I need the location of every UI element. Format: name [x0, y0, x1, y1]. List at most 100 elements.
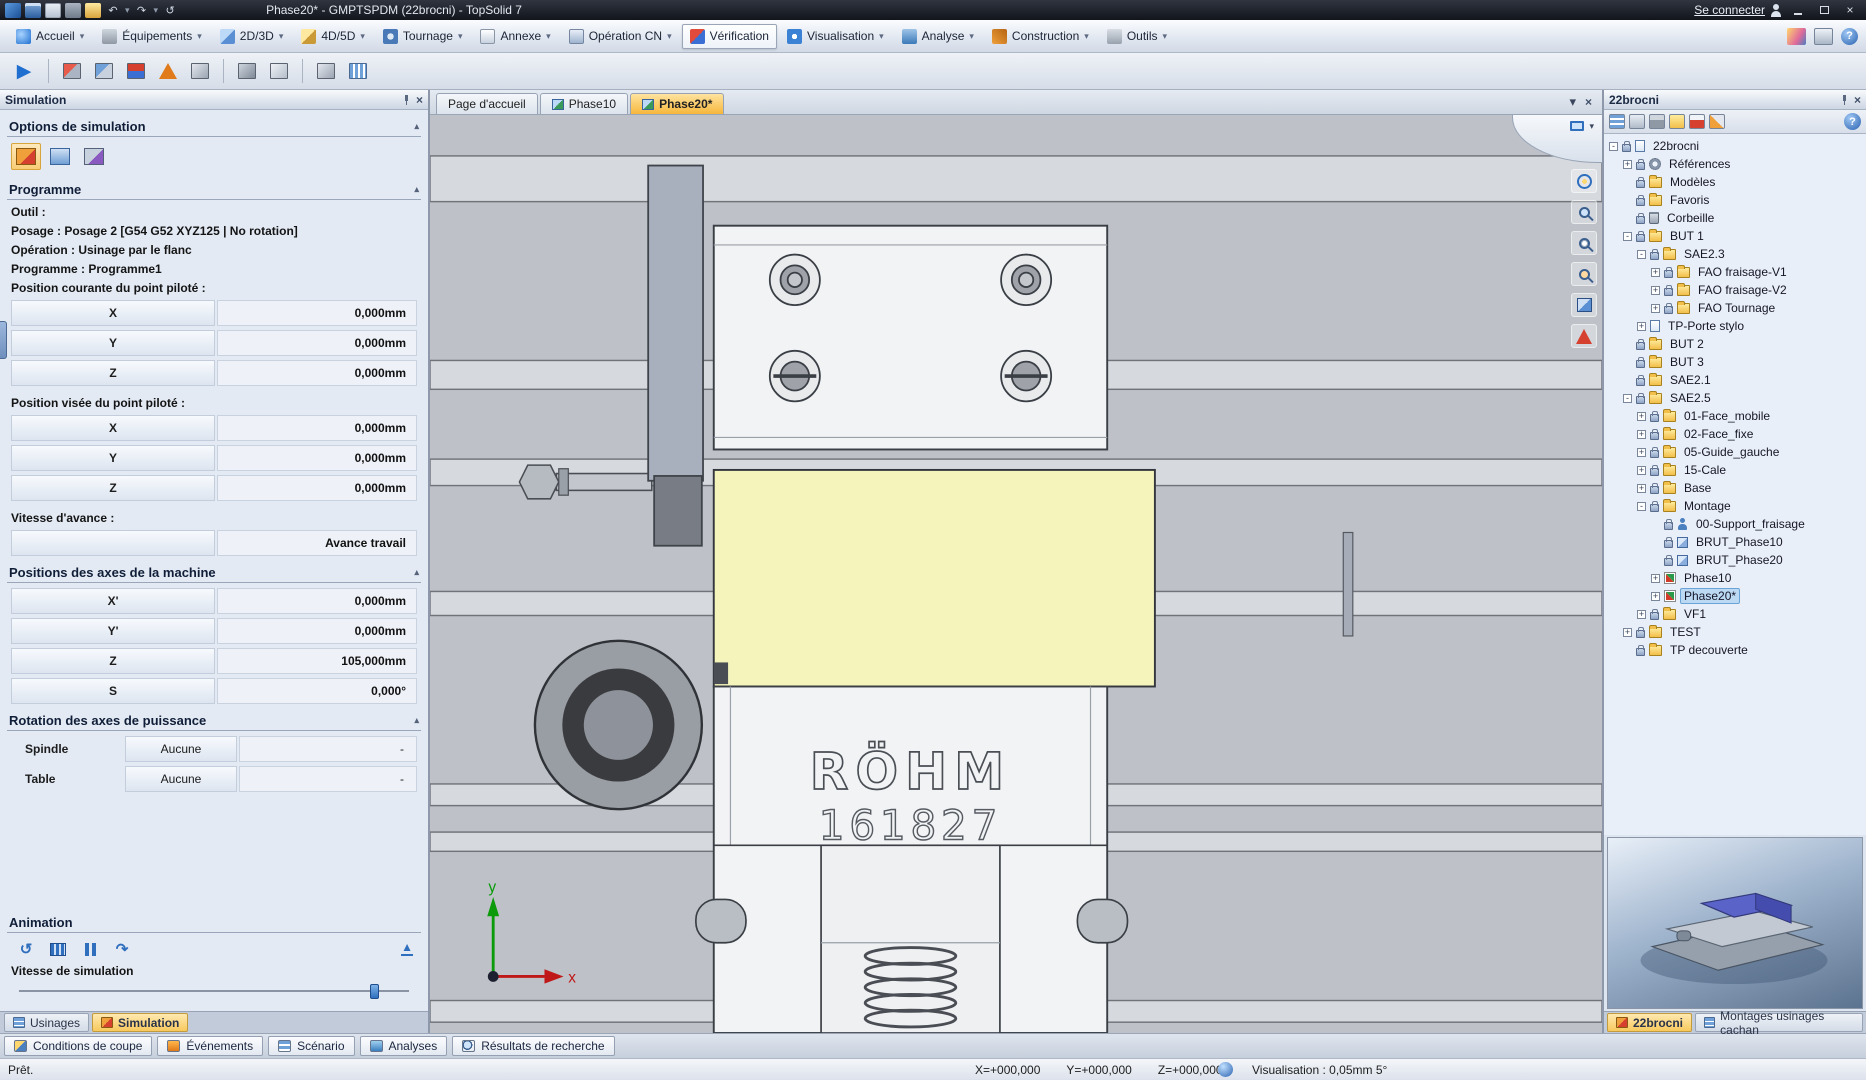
tree-item[interactable]: 22brocni	[1604, 137, 1866, 155]
minimize-button[interactable]	[1787, 2, 1809, 18]
collapse-box-icon[interactable]	[1609, 142, 1618, 151]
expand-box-icon[interactable]	[1637, 448, 1646, 457]
simulation-display-icon[interactable]	[79, 143, 109, 170]
tab-simulation[interactable]: Simulation	[92, 1013, 188, 1032]
model-preview[interactable]	[1607, 837, 1863, 1009]
collapse-box-icon[interactable]	[1637, 250, 1646, 259]
expand-box-icon[interactable]	[1651, 592, 1660, 601]
chevron-down-icon[interactable]: ▾	[546, 31, 551, 42]
tab-22brocni[interactable]: 22brocni	[1607, 1013, 1692, 1032]
expand-box-icon[interactable]	[1623, 628, 1632, 637]
tree-item[interactable]: TEST	[1604, 623, 1866, 641]
tree-item[interactable]: 02-Face_fixe	[1604, 425, 1866, 443]
menu-tab-2d3d[interactable]: 2D/3D▾	[212, 24, 292, 49]
tree-item[interactable]: Montage	[1604, 497, 1866, 515]
machine-simulation-icon[interactable]	[59, 58, 85, 84]
tree-item[interactable]: BRUT_Phase10	[1604, 533, 1866, 551]
isometric-view-icon[interactable]	[1571, 293, 1597, 317]
tree-item[interactable]: BRUT_Phase20	[1604, 551, 1866, 569]
simulation-cone-icon[interactable]	[1571, 324, 1597, 348]
measure-grid-icon[interactable]	[345, 58, 371, 84]
expand-box-icon[interactable]	[1651, 574, 1660, 583]
chevron-down-icon[interactable]: ▾	[80, 31, 85, 42]
chevron-down-icon[interactable]: ▾	[879, 31, 884, 42]
replay-icon[interactable]: ↷	[111, 939, 133, 959]
simulation-options-icon[interactable]	[11, 143, 41, 170]
render-style-icon[interactable]	[1787, 28, 1806, 45]
expand-box-icon[interactable]	[1637, 412, 1646, 421]
print-icon[interactable]	[65, 3, 81, 18]
tree-item[interactable]: TP-Porte stylo	[1604, 317, 1866, 335]
tree-item[interactable]: BUT 2	[1604, 335, 1866, 353]
collapsed-panel-handle[interactable]	[0, 321, 7, 359]
simulation-cone-icon[interactable]	[155, 58, 181, 84]
redo-menu-icon[interactable]: ▾	[154, 5, 159, 16]
zoom-in-icon[interactable]	[1571, 200, 1597, 224]
tree-item[interactable]: VF1	[1604, 605, 1866, 623]
tree-item[interactable]: Favoris	[1604, 191, 1866, 209]
edit-icon[interactable]	[1709, 114, 1725, 129]
expand-box-icon[interactable]	[1623, 160, 1632, 169]
chevron-down-icon[interactable]: ▾	[360, 31, 365, 42]
tree-item[interactable]: BUT 3	[1604, 353, 1866, 371]
menu-tab-annexe[interactable]: Annexe▾	[472, 24, 558, 49]
simulation-mode-icon[interactable]	[45, 143, 75, 170]
pin-icon[interactable]	[1840, 95, 1849, 105]
preview-icon[interactable]	[85, 3, 101, 18]
zoom-out-icon[interactable]	[1571, 262, 1597, 286]
simulation-speed-slider[interactable]	[19, 983, 409, 999]
tab-phase10[interactable]: Phase10	[540, 93, 628, 114]
chevron-down-icon[interactable]: ▾	[1084, 31, 1089, 42]
visualisation-setting[interactable]: Visualisation : 0,05mm 5°	[1252, 1063, 1387, 1077]
tree-item[interactable]: Phase10	[1604, 569, 1866, 587]
machined-part-icon[interactable]	[266, 58, 292, 84]
tree-item[interactable]: 05-Guide_gauche	[1604, 443, 1866, 461]
folder-up-icon[interactable]	[1669, 114, 1685, 129]
expand-box-icon[interactable]	[1637, 466, 1646, 475]
close-icon[interactable]: ×	[416, 94, 423, 106]
display-options-icon[interactable]	[1609, 114, 1625, 129]
detach-icon[interactable]: ▲	[401, 942, 413, 956]
user-icon[interactable]	[1769, 3, 1783, 17]
redo-icon[interactable]: ↷	[134, 3, 150, 18]
close-icon[interactable]: ×	[1854, 94, 1861, 106]
tree-item[interactable]: FAO Tournage	[1604, 299, 1866, 317]
chevron-down-icon[interactable]: ▾	[969, 31, 974, 42]
tree-item[interactable]: SAE2.1	[1604, 371, 1866, 389]
step-frames-icon[interactable]	[47, 939, 69, 959]
tab-evenements[interactable]: Événements	[157, 1036, 263, 1056]
tab-analyses[interactable]: Analyses	[360, 1036, 448, 1056]
tab-montages[interactable]: Montages usinages cachan	[1695, 1013, 1863, 1032]
menu-tab-accueil[interactable]: Accueil▾	[8, 24, 92, 49]
undo-menu-icon[interactable]: ▾	[125, 5, 130, 16]
tree-item[interactable]: TP decouverte	[1604, 641, 1866, 659]
connect-link[interactable]: Se connecter	[1694, 3, 1765, 17]
chevron-down-icon[interactable]: ▾	[667, 31, 672, 42]
pin-icon[interactable]	[402, 95, 411, 105]
help-icon[interactable]: ?	[1844, 113, 1861, 130]
expand-box-icon[interactable]	[1651, 304, 1660, 313]
tree-item[interactable]: BUT 1	[1604, 227, 1866, 245]
tree-item-selected[interactable]: Phase20*	[1604, 587, 1866, 605]
sort-icon[interactable]	[1629, 114, 1645, 129]
tree-item[interactable]: 01-Face_mobile	[1604, 407, 1866, 425]
tree-item[interactable]: Corbeille	[1604, 209, 1866, 227]
collapse-icon[interactable]: ▴	[414, 121, 419, 132]
tree-item[interactable]: FAO fraisage-V2	[1604, 281, 1866, 299]
filter-icon[interactable]	[1649, 114, 1665, 129]
expand-box-icon[interactable]	[1651, 286, 1660, 295]
chevron-down-icon[interactable]: ▾	[197, 31, 202, 42]
menu-tab-construction[interactable]: Construction▾	[984, 24, 1097, 49]
menu-tab-4d5d[interactable]: 4D/5D▾	[293, 24, 373, 49]
expand-box-icon[interactable]	[1637, 484, 1646, 493]
menu-tab-outils[interactable]: Outils▾	[1099, 24, 1175, 49]
tab-conditions-de-coupe[interactable]: Conditions de coupe	[4, 1036, 152, 1056]
tab-usinages[interactable]: Usinages	[4, 1013, 89, 1032]
tab-page-accueil[interactable]: Page d'accueil	[436, 93, 538, 114]
expand-box-icon[interactable]	[1637, 322, 1646, 331]
tree-item[interactable]: Modèles	[1604, 173, 1866, 191]
machine-scene[interactable]: RÖHM 161827	[430, 115, 1602, 1033]
menu-tab-verification[interactable]: Vérification	[682, 24, 777, 49]
undo-icon[interactable]: ↶	[105, 3, 121, 18]
report-icon[interactable]	[187, 58, 213, 84]
